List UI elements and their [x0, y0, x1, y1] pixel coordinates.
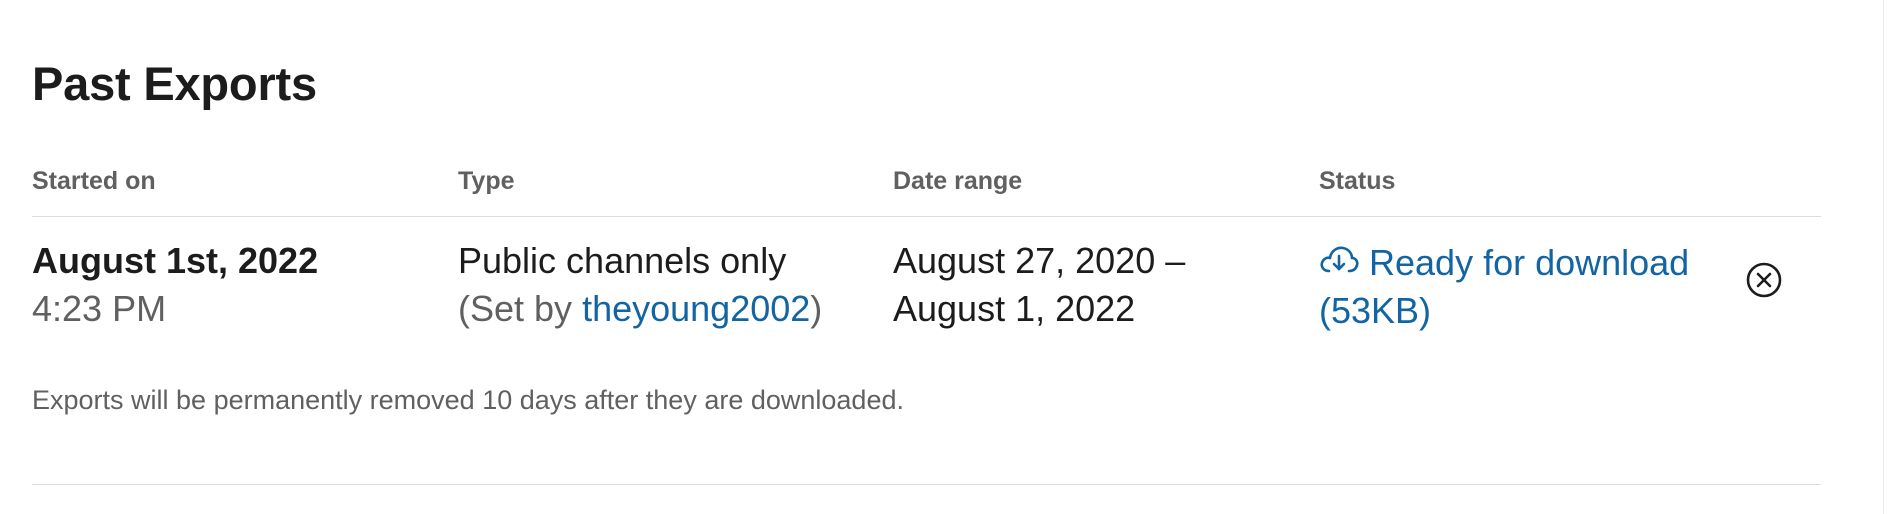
type-cell: Public channels only (Set by theyoung200… — [458, 237, 822, 333]
remove-export-button[interactable] — [1745, 261, 1783, 299]
set-by-prefix: (Set by — [458, 288, 583, 329]
export-type: Public channels only — [458, 240, 787, 281]
column-header-type: Type — [458, 167, 515, 195]
column-header-date-range: Date range — [893, 167, 1023, 195]
scrollbar[interactable] — [1883, 0, 1896, 514]
status-line-1: Ready for download — [1319, 239, 1739, 287]
divider — [32, 484, 1821, 485]
set-by-user-link[interactable]: theyoung2002 — [582, 288, 810, 329]
table-row: August 1st, 2022 4:23 PM Public channels… — [32, 217, 1821, 337]
date-range-cell: August 27, 2020 – August 1, 2022 — [893, 237, 1185, 333]
started-time: 4:23 PM — [32, 288, 167, 329]
started-date: August 1st, 2022 — [32, 240, 319, 281]
column-header-started-on: Started on — [32, 167, 156, 195]
ready-for-download-link[interactable]: Ready for download (53KB) — [1319, 239, 1739, 335]
page-title: Past Exports — [32, 57, 317, 110]
exports-retention-note: Exports will be permanently removed 10 d… — [32, 385, 904, 415]
status-size: (53KB) — [1319, 290, 1432, 331]
set-by-line: (Set by theyoung2002) — [458, 285, 822, 333]
status-text: Ready for download — [1369, 242, 1690, 283]
started-on-cell: August 1st, 2022 4:23 PM — [32, 237, 318, 333]
set-by-suffix: ) — [810, 288, 823, 329]
date-range-start: August 27, 2020 – — [893, 240, 1186, 281]
cloud-download-icon — [1319, 242, 1359, 276]
column-header-status: Status — [1319, 167, 1396, 195]
table-header: Started on Type Date range Status — [32, 160, 1821, 217]
close-circle-icon — [1746, 262, 1782, 298]
date-range-end: August 1, 2022 — [893, 288, 1136, 329]
